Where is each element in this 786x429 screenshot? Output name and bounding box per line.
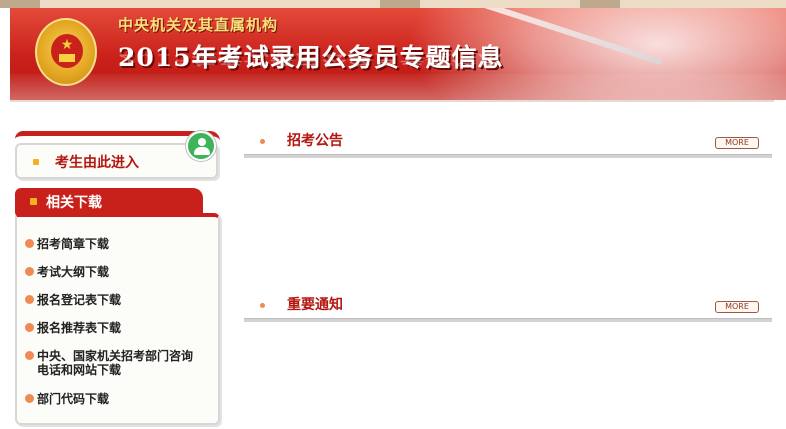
strip-segment xyxy=(580,0,620,8)
org-name: 中央机关及其直属机构 xyxy=(118,16,279,34)
section-title-announcements[interactable]: 招考公告 xyxy=(287,130,343,150)
downloads-header: 相关下载 xyxy=(15,188,203,214)
bullet-icon xyxy=(25,394,34,403)
download-link-syllabus[interactable]: 考试大纲下载 xyxy=(25,265,210,279)
national-emblem-icon: ★ xyxy=(35,18,97,86)
user-icon[interactable] xyxy=(186,131,216,161)
downloads-title: 相关下载 xyxy=(46,195,102,211)
more-button-notices[interactable]: MORE xyxy=(715,301,759,313)
page-title-reflection: 2015年考试录用公务员专题信息 xyxy=(118,51,504,68)
strip-segment xyxy=(380,0,420,8)
more-button-announcements[interactable]: MORE xyxy=(715,137,759,149)
banner-reflection xyxy=(10,74,786,100)
candidate-entry-label: 考生由此进入 xyxy=(55,155,139,171)
bullet-icon xyxy=(30,198,37,205)
bullet-icon xyxy=(25,351,34,360)
download-link-brochure[interactable]: 招考简章下载 xyxy=(25,237,210,251)
bullet-icon xyxy=(25,267,34,276)
downloads-list: 招考简章下载 考试大纲下载 报名登记表下载 报名推荐表下载 中央、国家机关招考部… xyxy=(15,213,220,425)
bullet-icon xyxy=(260,303,265,308)
section-divider xyxy=(244,318,772,322)
page-edge xyxy=(774,100,786,429)
download-link-recommendation-form[interactable]: 报名推荐表下载 xyxy=(25,321,210,335)
download-link-registration-form[interactable]: 报名登记表下载 xyxy=(25,293,210,307)
top-strip xyxy=(0,0,786,8)
header-divider xyxy=(10,100,786,102)
strip-segment xyxy=(0,0,40,8)
download-link-contacts[interactable]: 中央、国家机关招考部门咨询电话和网站下载 xyxy=(25,349,203,377)
section-divider xyxy=(244,154,772,158)
bullet-icon xyxy=(25,239,34,248)
bullet-icon xyxy=(25,295,34,304)
download-link-department-codes[interactable]: 部门代码下载 xyxy=(25,392,210,406)
header-banner: ★ 中央机关及其直属机构 2015年考试录用公务员专题信息 2015年考试录用公… xyxy=(10,8,786,100)
bullet-icon xyxy=(33,159,39,165)
bullet-icon xyxy=(25,323,34,332)
section-title-notices[interactable]: 重要通知 xyxy=(287,294,343,314)
bullet-icon xyxy=(260,139,265,144)
